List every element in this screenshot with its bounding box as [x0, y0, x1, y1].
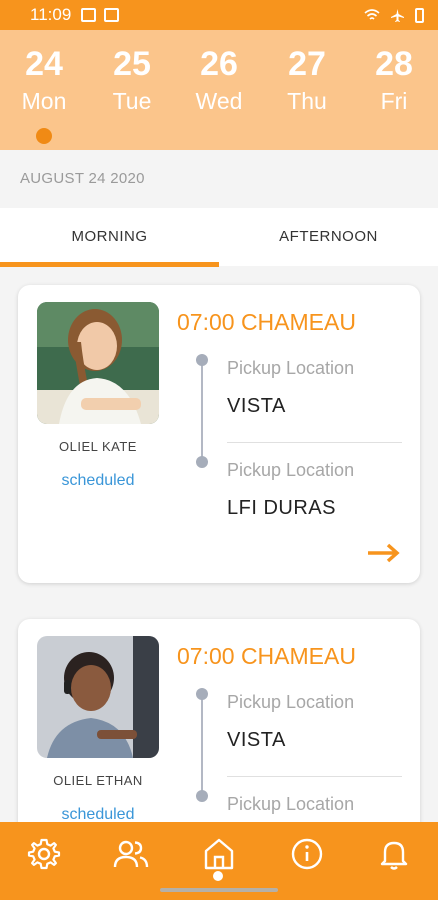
nav-notifications[interactable]: [364, 830, 424, 878]
active-tab-indicator: [0, 262, 219, 267]
date-day-number: 28: [375, 45, 413, 83]
bell-icon: [380, 841, 408, 870]
date-weekday: Wed: [195, 88, 243, 114]
route-timeline-line: [201, 360, 203, 464]
stop-label: Pickup Location: [227, 692, 355, 712]
wifi-icon: [364, 8, 380, 20]
arrow-right-icon[interactable]: [366, 543, 402, 563]
trip-status: scheduled: [61, 472, 135, 489]
student-name: OLIEL ETHAN: [53, 773, 143, 788]
bottom-navigation: [0, 822, 438, 900]
stop-name: VISTA: [227, 729, 286, 751]
stop-divider: [227, 442, 402, 443]
nav-info[interactable]: [277, 830, 337, 878]
timeline-stop-dot: [196, 456, 208, 468]
system-home-indicator[interactable]: [160, 888, 278, 892]
stop-name: VISTA: [227, 395, 286, 417]
date-item-28[interactable]: 28 Fri: [354, 44, 434, 116]
active-nav-indicator: [213, 871, 223, 881]
status-bar: 11:09: [0, 0, 438, 30]
nav-users[interactable]: [101, 830, 161, 878]
date-item-24[interactable]: 24 Mon: [4, 44, 84, 116]
route-title: 07:00 CHAMEAU: [177, 643, 356, 669]
stop-label: Pickup Location: [227, 358, 355, 378]
home-icon: [204, 838, 234, 870]
stop-label: Pickup Location: [227, 460, 355, 480]
timeline-stop-dot: [196, 688, 208, 700]
date-day-number: 27: [288, 45, 326, 83]
student-photo: [37, 636, 159, 758]
date-day-number: 24: [25, 45, 63, 83]
airplane-mode-icon: [391, 8, 404, 22]
timeline-stop-dot: [196, 354, 208, 366]
tab-morning[interactable]: MORNING: [0, 208, 219, 266]
app-notification-icon: [104, 8, 120, 22]
nav-settings[interactable]: [14, 830, 74, 878]
users-icon: [113, 840, 149, 868]
status-time: 11:09: [30, 5, 72, 24]
date-day-number: 26: [200, 45, 238, 83]
route-timeline-line: [201, 694, 203, 798]
date-item-27[interactable]: 27 Thu: [267, 44, 347, 116]
stop-divider: [227, 776, 402, 777]
info-icon: [291, 838, 323, 870]
selected-date-indicator: [36, 128, 52, 144]
stop-label: Pickup Location: [227, 794, 355, 814]
date-weekday: Fri: [380, 88, 408, 114]
date-item-25[interactable]: 25 Tue: [92, 44, 172, 116]
student-photo: [37, 302, 159, 424]
settings-icon: [27, 838, 61, 870]
date-weekday: Mon: [21, 88, 67, 114]
date-item-26[interactable]: 26 Wed: [179, 44, 259, 116]
selected-date-label: AUGUST 24 2020: [20, 170, 145, 187]
date-weekday: Thu: [287, 88, 327, 114]
date-selector: 24 Mon 25 Tue 26 Wed 27 Thu 28 Fri: [0, 30, 438, 150]
date-day-number: 25: [113, 45, 151, 83]
student-name: OLIEL KATE: [59, 439, 137, 454]
gallery-notification-icon: [81, 8, 97, 22]
date-weekday: Tue: [112, 88, 152, 114]
route-title: 07:00 CHAMEAU: [177, 309, 356, 335]
trip-card[interactable]: OLIEL KATE scheduled 07:00 CHAMEAU Picku…: [18, 285, 420, 583]
timeline-stop-dot: [196, 790, 208, 802]
stop-name: LFI DURAS: [227, 497, 336, 519]
period-tabs: MORNING AFTERNOON: [0, 208, 438, 267]
battery-icon: [415, 7, 424, 23]
tab-afternoon[interactable]: AFTERNOON: [219, 208, 438, 266]
